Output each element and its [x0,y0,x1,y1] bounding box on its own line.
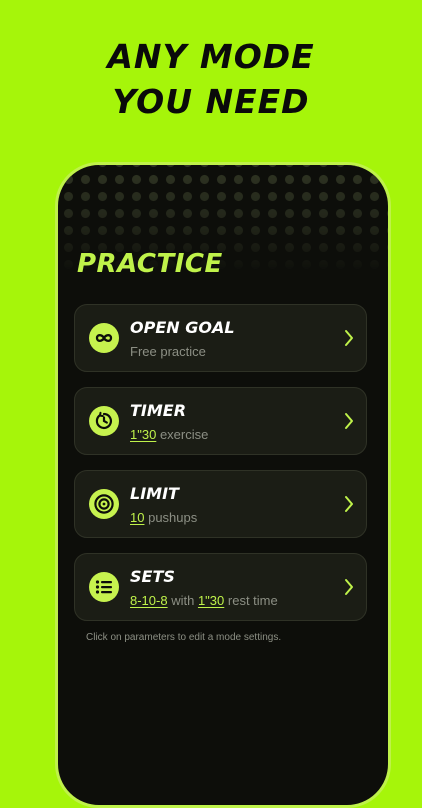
limit-count-param[interactable]: 10 [130,510,144,525]
hint-text: Click on parameters to edit a mode setti… [86,632,282,643]
chevron-right-icon [345,413,353,429]
headline-line-2: YOU NEED [112,82,310,121]
mode-subtitle: 10 pushups [130,510,197,525]
mode-card-timer[interactable]: TIMER 1"30 exercise [74,387,367,455]
timer-duration-param[interactable]: 1"30 [130,427,156,442]
mode-unit: exercise [159,427,209,442]
timer-icon [89,406,119,436]
infinity-icon [89,323,119,353]
mode-card-limit[interactable]: LIMIT 10 pushups [74,470,367,538]
mode-unit: rest time [227,593,278,608]
list-icon [89,572,119,602]
mode-title: OPEN GOAL [130,318,235,337]
mode-card-open-goal[interactable]: OPEN GOAL Free practice [74,304,367,372]
mode-title: TIMER [130,401,187,420]
headline: ANY MODE YOU NEED [0,34,422,124]
mode-card-sets[interactable]: SETS 8-10-8 with 1"30 rest time [74,553,367,621]
chevron-right-icon [345,330,353,346]
sets-pattern-param[interactable]: 8-10-8 [130,593,168,608]
target-icon [89,489,119,519]
chevron-right-icon [345,579,353,595]
mode-subtitle: 8-10-8 with 1"30 rest time [130,593,278,608]
mode-title: LIMIT [130,484,179,503]
mode-subtitle: Free practice [130,344,206,359]
section-title: PRACTICE [77,249,223,279]
chevron-right-icon [345,496,353,512]
mode-title: SETS [130,567,175,586]
mode-joiner: with [171,593,195,608]
mode-unit: pushups [148,510,198,525]
mode-subtitle: 1"30 exercise [130,427,208,442]
rest-time-param[interactable]: 1"30 [198,593,224,608]
headline-line-1: ANY MODE [107,37,315,76]
phone-frame: PRACTICE OPEN GOAL Free practice TIMER 1… [55,162,391,808]
